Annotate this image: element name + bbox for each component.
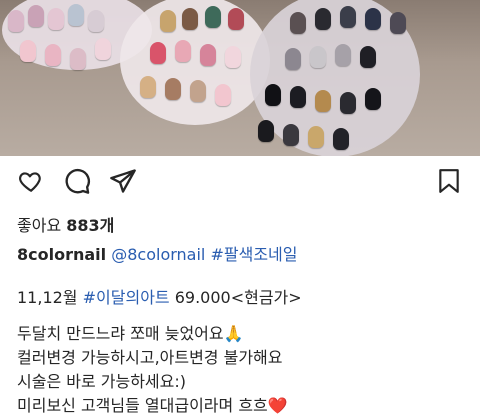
nail-tip [340, 92, 356, 114]
nail-tip [228, 8, 244, 30]
comment-bubble-icon [65, 169, 90, 194]
comment-button[interactable] [62, 166, 92, 196]
nail-tip [315, 8, 331, 30]
action-bar [0, 166, 480, 198]
nail-tip [340, 6, 356, 28]
monthly-art-hashtag[interactable]: #이달의아트 [83, 288, 170, 307]
price-prefix: 11,12월 [17, 288, 83, 307]
nail-tip [20, 40, 36, 62]
nail-tip [258, 120, 274, 142]
nail-tip [315, 90, 331, 112]
likes-number: 883개 [66, 216, 115, 235]
nail-tip [335, 44, 351, 66]
nail-tip [8, 10, 24, 32]
nail-tip [45, 44, 61, 66]
nail-tip [200, 44, 216, 66]
caption-body: 11,12월 #이달의아트 69.000<현금가> 두달치 만드느랴 쪼매 늦었… [17, 286, 302, 418]
nail-tip [175, 40, 191, 62]
nail-tip [283, 124, 299, 146]
heart-outline-icon [19, 172, 41, 192]
nail-tip [285, 48, 301, 70]
nail-tip [290, 12, 306, 34]
post-photo[interactable] [0, 0, 480, 156]
nail-tip [48, 8, 64, 30]
caption-line: 미리보신 고객님들 열대급이라며 흐흐❤️ [17, 396, 288, 415]
nail-tip [390, 12, 406, 34]
price-line: 11,12월 #이달의아트 69.000<현금가> [17, 286, 302, 310]
nail-tip [28, 5, 44, 27]
nail-tip [190, 80, 206, 102]
likes-count[interactable]: 좋아요 883개 [17, 212, 114, 236]
price-suffix: 69.000<현금가> [169, 288, 302, 307]
nail-tip [68, 4, 84, 26]
nail-tip [160, 10, 176, 32]
nail-tip [365, 8, 381, 30]
nail-tip [265, 84, 281, 106]
nail-tip [308, 126, 324, 148]
nail-tip [205, 6, 221, 28]
nail-tip [165, 78, 181, 100]
nail-tip [333, 128, 349, 150]
caption-line: 두달치 만드느랴 쪼매 늦었어요🙏 [17, 324, 244, 343]
username[interactable]: 8colornail [17, 245, 106, 264]
nail-tip [88, 10, 104, 32]
likes-label: 좋아요 [17, 216, 62, 235]
nail-tip [360, 46, 376, 68]
hashtag-link[interactable]: #팔색조네일 [210, 245, 297, 264]
nail-tip [140, 76, 156, 98]
caption-line: 컬러변경 가능하시고,아트변경 불가해요 [17, 348, 283, 367]
bookmark-icon [439, 169, 459, 193]
nail-tip [182, 8, 198, 30]
like-button[interactable] [16, 166, 46, 196]
nail-tip [290, 86, 306, 108]
save-button[interactable] [434, 166, 464, 196]
caption-header: 8colornail @8colornail #팔색조네일 [17, 241, 297, 265]
nail-tip [95, 38, 111, 60]
nail-tip [215, 84, 231, 106]
nail-tip [225, 46, 241, 68]
nail-tip [70, 48, 86, 70]
nail-tip [310, 46, 326, 68]
nail-tip [365, 88, 381, 110]
mention-link[interactable]: @8colornail [111, 245, 205, 264]
share-button[interactable] [108, 166, 138, 196]
paper-plane-icon [110, 169, 136, 193]
caption-line: 시술은 바로 가능하세요:) [17, 372, 187, 391]
nail-tip [150, 42, 166, 64]
